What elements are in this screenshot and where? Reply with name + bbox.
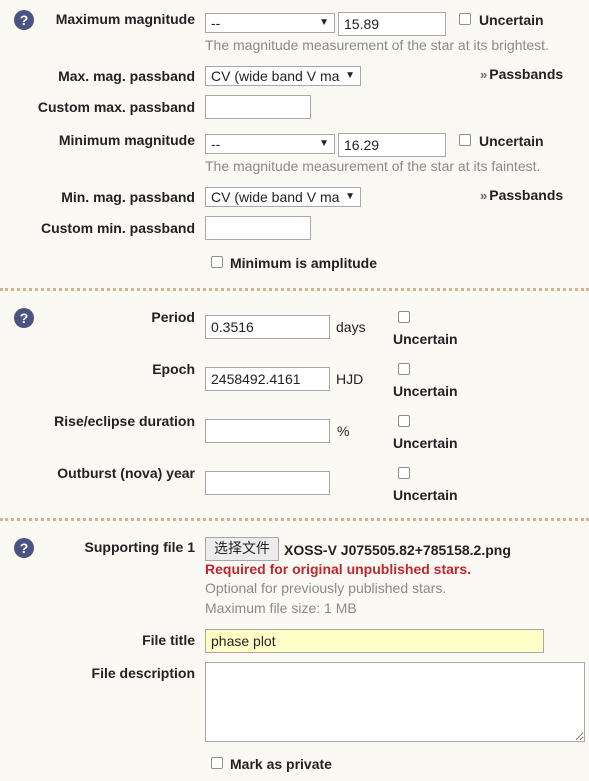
- min-magnitude-uncertain-checkbox[interactable]: [459, 134, 471, 146]
- max-magnitude-hint: The magnitude measurement of the star at…: [205, 37, 549, 53]
- chevron-down-icon: ▼: [319, 17, 329, 28]
- max-magnitude-label: Maximum magnitude: [55, 11, 195, 27]
- period-input[interactable]: 0.3516: [205, 315, 330, 339]
- outburst-year-label: Outburst (nova) year: [57, 465, 195, 481]
- min-magnitude-operator-select[interactable]: -- ▼: [205, 134, 335, 154]
- epoch-label: Epoch: [152, 361, 195, 377]
- passbands-link-label: Passbands: [489, 187, 564, 203]
- max-passband-select[interactable]: CV (wide band V ma ▼: [205, 66, 361, 86]
- epoch-unit: HJD: [336, 371, 364, 387]
- min-magnitude-input[interactable]: 16.29: [338, 133, 446, 157]
- rise-uncertain-label: Uncertain: [393, 435, 458, 451]
- max-magnitude-uncertain-checkbox[interactable]: [459, 13, 471, 25]
- selected-file-name: XOSS-V J075505.82+785158.2.png: [284, 542, 511, 558]
- min-magnitude-hint: The magnitude measurement of the star at…: [205, 158, 541, 174]
- min-passband-label: Min. mag. passband: [61, 189, 195, 205]
- period-unit: days: [336, 319, 366, 335]
- optional-note: Optional for previously published stars.: [205, 580, 447, 596]
- custom-min-passband-input[interactable]: [205, 216, 311, 240]
- outburst-uncertain-label: Uncertain: [393, 487, 458, 503]
- min-passband-value: CV (wide band V ma: [211, 189, 340, 205]
- period-uncertain-checkbox[interactable]: [398, 311, 410, 323]
- passbands-link-max[interactable]: » Passbands: [480, 66, 563, 82]
- custom-max-passband-input[interactable]: [205, 95, 311, 119]
- required-note: Required for original unpublished stars.: [205, 561, 472, 577]
- rise-duration-label: Rise/eclipse duration: [54, 413, 195, 429]
- section-divider: [0, 518, 589, 521]
- rise-duration-input[interactable]: [205, 419, 330, 443]
- custom-max-passband-label: Custom max. passband: [37, 99, 195, 115]
- chevron-down-icon: ▼: [319, 138, 329, 149]
- max-file-size-note: Maximum file size: 1 MB: [205, 600, 357, 616]
- help-question-icon[interactable]: ?: [14, 538, 34, 558]
- max-magnitude-operator-value: --: [211, 15, 221, 31]
- passbands-link-label: Passbands: [489, 66, 564, 82]
- double-chevron-right-icon: »: [480, 188, 488, 203]
- outburst-uncertain-checkbox[interactable]: [398, 467, 410, 479]
- period-uncertain-label: Uncertain: [393, 331, 458, 347]
- min-is-amplitude-checkbox[interactable]: [211, 256, 223, 268]
- supporting-file-label: Supporting file 1: [84, 539, 195, 555]
- epoch-input[interactable]: 2458492.4161: [205, 367, 330, 391]
- max-magnitude-input[interactable]: 15.89: [338, 12, 446, 36]
- max-passband-value: CV (wide band V ma: [211, 68, 340, 84]
- custom-min-passband-label: Custom min. passband: [40, 220, 195, 236]
- mark-private-checkbox[interactable]: [211, 757, 223, 769]
- chevron-down-icon: ▼: [342, 67, 355, 85]
- max-magnitude-uncertain-label: Uncertain: [479, 12, 544, 28]
- min-passband-select[interactable]: CV (wide band V ma ▼: [205, 187, 361, 207]
- choose-file-button[interactable]: 选择文件: [205, 537, 279, 561]
- help-question-icon[interactable]: ?: [14, 10, 34, 30]
- file-description-textarea[interactable]: [205, 662, 585, 742]
- file-title-label: File title: [142, 632, 195, 648]
- epoch-uncertain-checkbox[interactable]: [398, 363, 410, 375]
- epoch-uncertain-label: Uncertain: [393, 383, 458, 399]
- mark-private-label: Mark as private: [230, 756, 332, 772]
- double-chevron-right-icon: »: [480, 67, 488, 82]
- min-magnitude-operator-value: --: [211, 136, 221, 152]
- file-description-label: File description: [91, 665, 195, 681]
- help-question-icon[interactable]: ?: [14, 308, 34, 328]
- min-is-amplitude-label: Minimum is amplitude: [230, 255, 378, 271]
- max-passband-label: Max. mag. passband: [58, 68, 195, 84]
- outburst-year-input[interactable]: [205, 471, 330, 495]
- chevron-down-icon: ▼: [342, 188, 355, 206]
- period-label: Period: [151, 309, 195, 325]
- min-magnitude-label: Minimum magnitude: [58, 132, 195, 148]
- file-title-input[interactable]: phase plot: [205, 629, 544, 653]
- rise-uncertain-checkbox[interactable]: [398, 415, 410, 427]
- max-magnitude-operator-select[interactable]: -- ▼: [205, 13, 335, 33]
- passbands-link-min[interactable]: » Passbands: [480, 187, 563, 203]
- min-magnitude-uncertain-label: Uncertain: [479, 133, 544, 149]
- section-divider: [0, 288, 589, 291]
- rise-duration-unit: %: [337, 423, 350, 439]
